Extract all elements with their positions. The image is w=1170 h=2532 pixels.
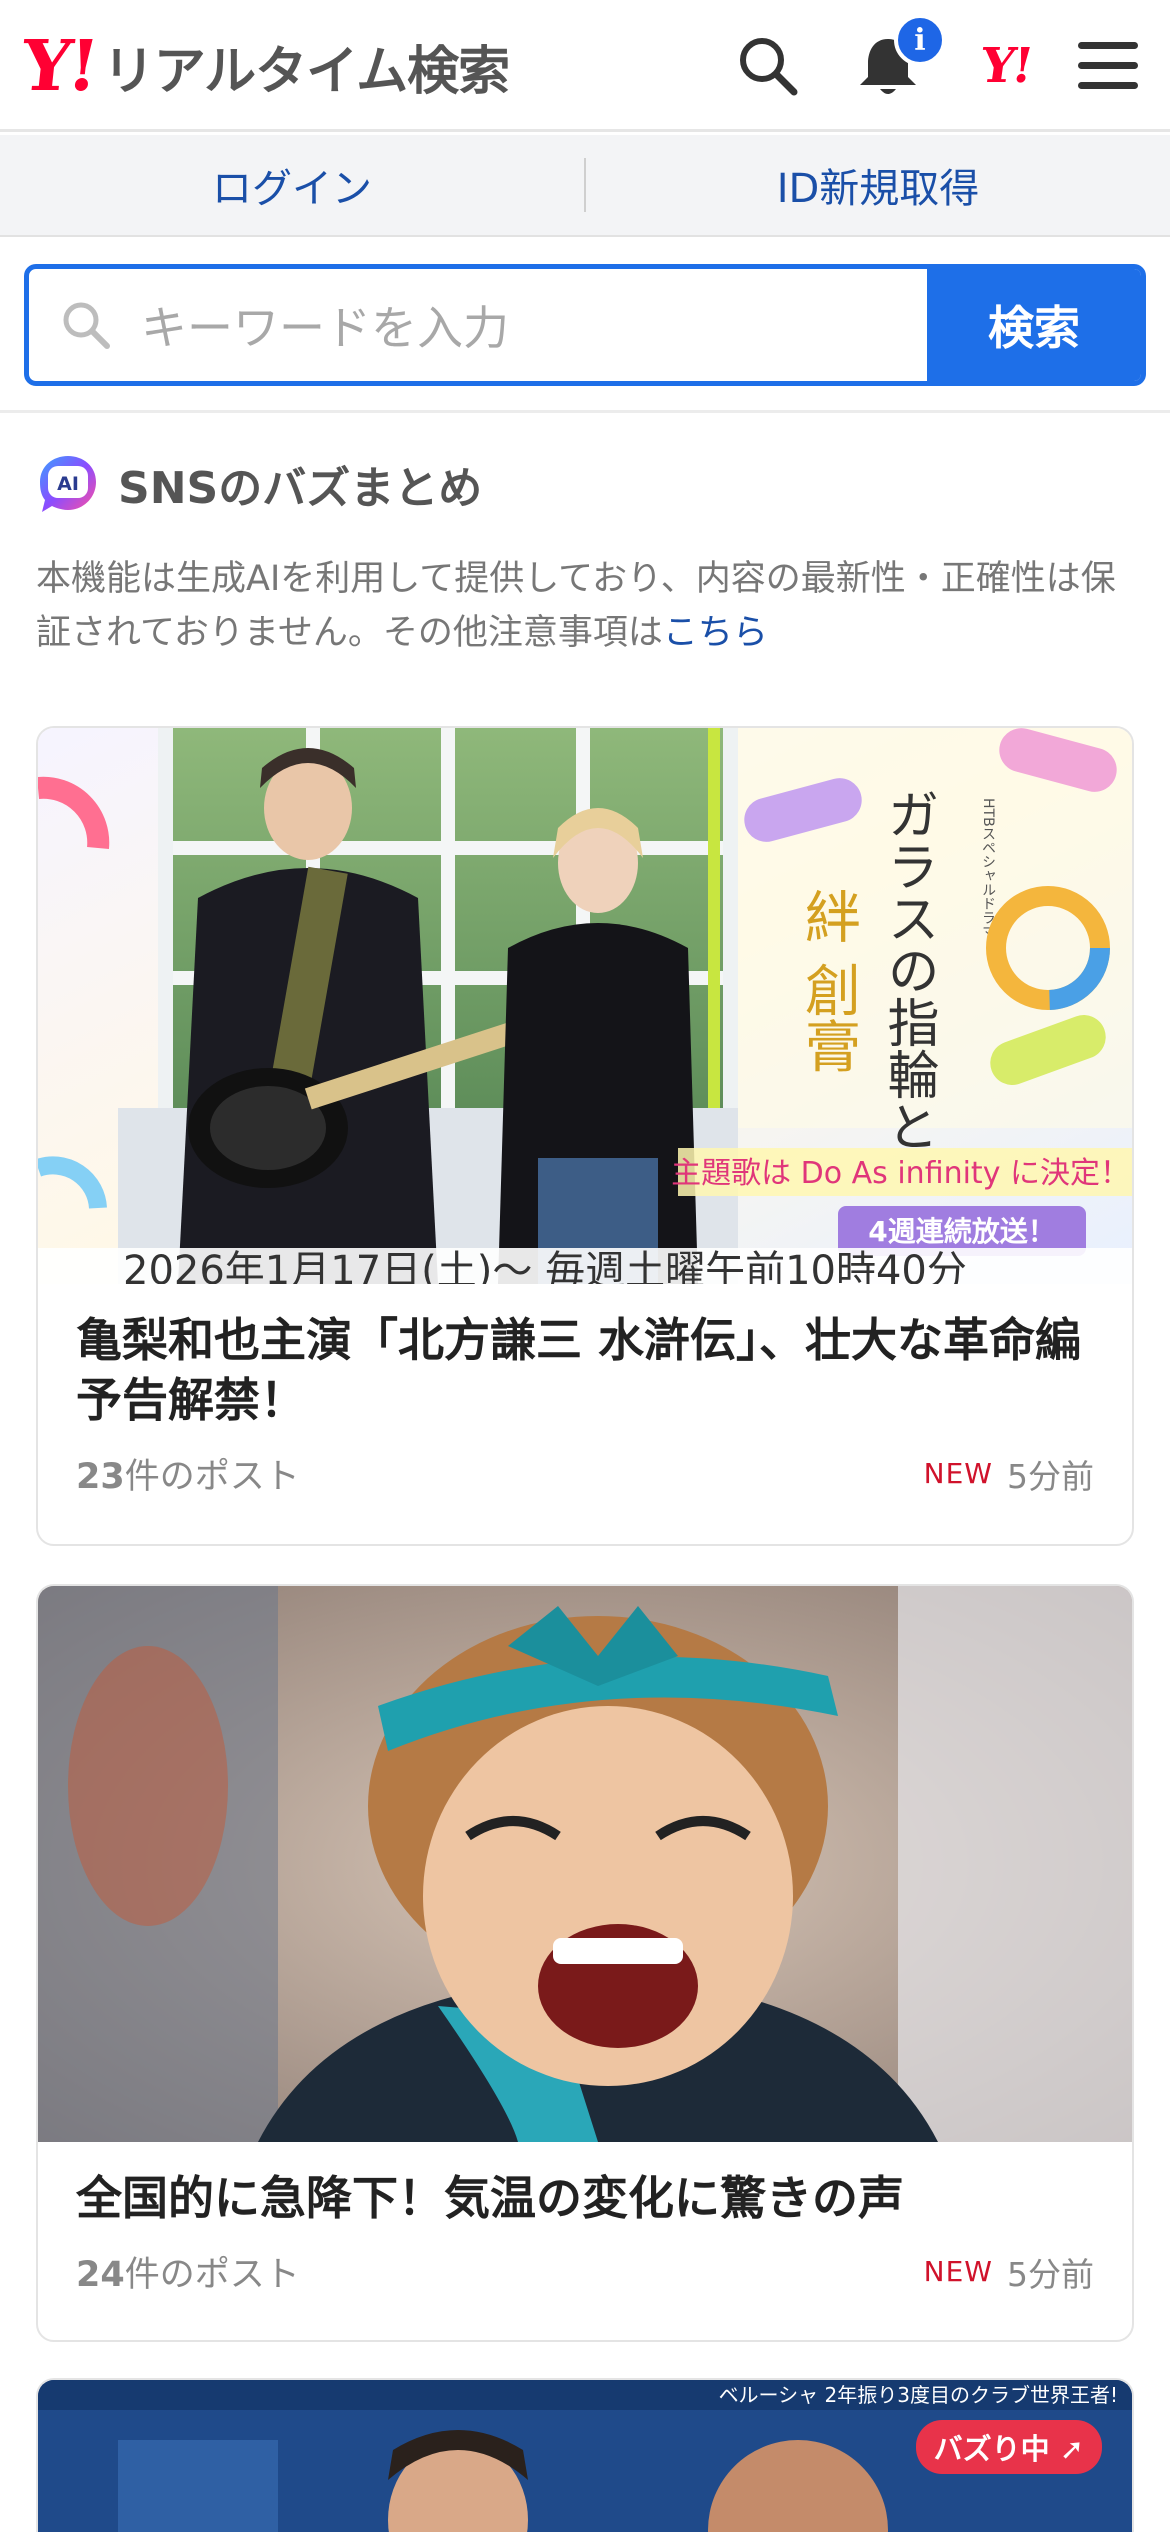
- post-count-suffix: 件のポスト: [124, 1457, 300, 1497]
- post-count-number: 24: [76, 2255, 125, 2295]
- disclaimer-link[interactable]: こちら: [663, 613, 768, 653]
- register-link[interactable]: ID新規取得: [586, 156, 1170, 214]
- card-thumbnail: ベルーシャ 2年振り3度目のクラブ世界王者! バズり中 ➚: [38, 2380, 1132, 2532]
- buzz-label: バズり中: [933, 2432, 1050, 2466]
- post-count: 24件のポスト: [76, 2246, 300, 2297]
- theme-song-text: 主題歌は Do As infinity に決定！: [671, 1156, 1130, 1191]
- card-meta: 24件のポスト NEW 5分前: [76, 2246, 1094, 2297]
- ai-disclaimer: 本機能は生成AIを利用して提供しており、内容の最新性・正確性は保証されておりませ…: [36, 552, 1136, 660]
- app-title: リアルタイム検索: [102, 41, 510, 102]
- broadcast-date-text: 2026年1月17日(土)〜 毎週土曜午前10時40分: [123, 1248, 967, 1284]
- notification-badge: i: [894, 14, 946, 66]
- search-button[interactable]: 検索: [927, 269, 1141, 381]
- time-ago: 5分前: [1007, 2254, 1094, 2294]
- buzz-badge: バズり中 ➚: [915, 2420, 1102, 2474]
- search-field-icon: [63, 302, 110, 349]
- search-icon[interactable]: [728, 26, 808, 106]
- buzz-card[interactable]: 全国的に急降下！気温の変化に驚きの声 24件のポスト NEW 5分前: [36, 1584, 1134, 2342]
- drama-promo-image: HTBスペシャルドラマ ガラスの指輪と 絆 創膏 主題歌は Do As infi…: [38, 728, 1132, 1284]
- card-time: NEW 5分前: [924, 2248, 1094, 2296]
- weeks-text: 4週連続放送！: [868, 1215, 1055, 1248]
- new-badge: NEW: [923, 2255, 993, 2288]
- card-title[interactable]: 亀梨和也主演「北方謙三 水滸伝」、壮大な革命編予告解禁！: [76, 1310, 1094, 1430]
- post-count: 23件のポスト: [76, 1448, 300, 1499]
- yahoo-realtime-logo[interactable]: Y! リアルタイム検索: [18, 24, 510, 107]
- yahoo-mark: Y!: [977, 38, 1035, 94]
- search-placeholder: キーワードを入力: [141, 301, 509, 355]
- drama-title-2: 絆 創膏: [796, 888, 861, 1074]
- card-thumbnail: [38, 1586, 1132, 2142]
- card-body: 全国的に急降下！気温の変化に驚きの声 24件のポスト NEW 5分前: [38, 2142, 1132, 2297]
- card-title[interactable]: 全国的に急降下！気温の変化に驚きの声: [76, 2168, 1094, 2228]
- drama-label: HTBスペシャルドラマ: [980, 798, 996, 939]
- app-header: Y! リアルタイム検索 i Y!: [0, 0, 1170, 132]
- card-meta: 23件のポスト NEW 5分前: [76, 1448, 1094, 1499]
- ai-disclaimer-text: 本機能は生成AIを利用して提供しており、内容の最新性・正確性は保証されておりませ…: [36, 559, 1116, 653]
- sns-buzz-header: AI SNSのバズまとめ: [36, 448, 482, 520]
- hamburger-menu-icon[interactable]: [1068, 26, 1148, 106]
- section-divider: [0, 410, 1170, 413]
- search-input[interactable]: キーワードを入力: [29, 269, 927, 381]
- buzz-card[interactable]: HTBスペシャルドラマ ガラスの指輪と 絆 創膏 主題歌は Do As infi…: [36, 726, 1134, 1546]
- ai-badge-text: AI: [57, 473, 79, 495]
- post-count-number: 23: [76, 1457, 125, 1497]
- account-bar: ログイン ID新規取得: [0, 135, 1170, 237]
- person-photo: [38, 1586, 1132, 2142]
- ai-icon: AI: [40, 456, 96, 512]
- buzz-card[interactable]: ベルーシャ 2年振り3度目のクラブ世界王者! バズり中 ➚: [36, 2378, 1134, 2532]
- card-thumbnail: HTBスペシャルドラマ ガラスの指輪と 絆 創膏 主題歌は Do As infi…: [38, 728, 1132, 1284]
- post-count-suffix: 件のポスト: [124, 2255, 300, 2295]
- sns-section-title: SNSのバズまとめ: [118, 463, 483, 514]
- yahoo-logo-mark: Y!: [17, 24, 100, 107]
- search-form: キーワードを入力 検索: [24, 264, 1146, 386]
- yahoo-japan-icon[interactable]: Y!: [966, 26, 1046, 106]
- card-body: 亀梨和也主演「北方謙三 水滸伝」、壮大な革命編予告解禁！ 23件のポスト NEW…: [38, 1284, 1132, 1499]
- drama-title-1: ガラスの指輪と: [878, 788, 938, 1152]
- login-link[interactable]: ログイン: [0, 156, 584, 214]
- new-badge: NEW: [923, 1457, 993, 1490]
- time-ago: 5分前: [1007, 1456, 1094, 1496]
- card-time: NEW 5分前: [924, 1450, 1094, 1498]
- arrow-up-icon: ➚: [1059, 2432, 1084, 2466]
- image-caption: ベルーシャ 2年振り3度目のクラブ世界王者!: [719, 2383, 1118, 2407]
